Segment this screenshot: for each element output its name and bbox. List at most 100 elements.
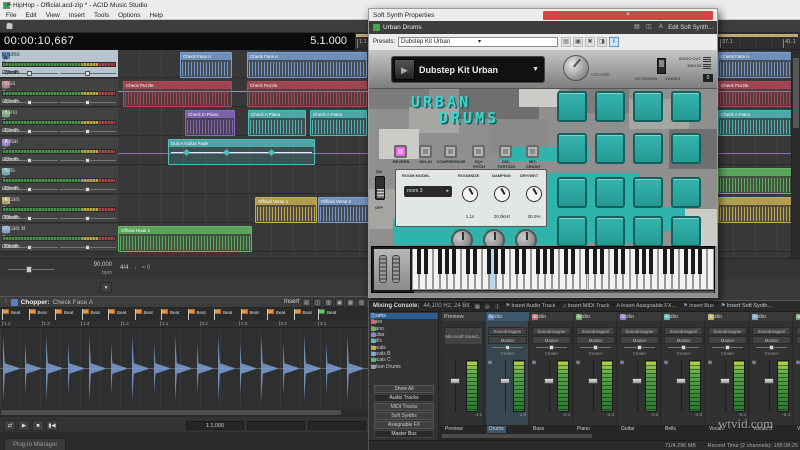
clip-official-verse-2[interactable]: Official Verse 2 xyxy=(318,197,370,223)
drum-pad-11[interactable] xyxy=(633,177,663,208)
drum-pad-12[interactable] xyxy=(671,177,701,208)
mixer-tool-insert-assignable-fx-[interactable]: AInsert Assignable FX... xyxy=(616,303,676,309)
solo-icon[interactable]: ◁ xyxy=(620,360,624,366)
synth-close-button[interactable]: × xyxy=(543,11,713,20)
keyboard-scrollbar[interactable] xyxy=(414,291,714,293)
preset-icon-3[interactable]: ◨ xyxy=(597,37,607,47)
beat-marker-flag[interactable]: Beat xyxy=(241,309,261,320)
mixer-filter-show-all[interactable]: Show All xyxy=(374,385,434,393)
mixer-channel-vocals-b-7[interactable]: 7AudioSoundmapperMasterCenter⟳≋ø●◁-5.4 xyxy=(750,312,793,425)
mixer-head-icon-2[interactable]: | xyxy=(493,302,501,310)
clip-check-puzzle[interactable]: Check Puzzle xyxy=(247,81,367,107)
panel-knob-1[interactable] xyxy=(494,186,510,202)
output-bus[interactable]: Master xyxy=(620,336,659,344)
pan-slider[interactable] xyxy=(536,345,567,349)
menu-help[interactable]: Help xyxy=(150,12,163,19)
synth-tool-icon-3[interactable]: A xyxy=(656,23,665,32)
clip-dub-a-guitar-fade[interactable]: Dub A Guitar Fade xyxy=(168,139,315,165)
fx-button-reverb[interactable] xyxy=(394,145,407,158)
menu-options[interactable]: Options xyxy=(118,12,140,19)
solo-icon[interactable]: ◁ xyxy=(488,360,492,366)
keyboard-toggle[interactable] xyxy=(657,58,666,74)
fx-button-compressor[interactable] xyxy=(444,145,457,158)
pan-slider[interactable] xyxy=(492,345,523,349)
black-key-36[interactable] xyxy=(670,249,674,274)
black-key-25[interactable] xyxy=(593,249,597,274)
black-key-8[interactable] xyxy=(473,249,477,274)
drum-pad-2[interactable] xyxy=(595,91,625,122)
mixer-channel-piano-3[interactable]: 3AudioSoundmapperMasterCenter⟳≋ø●◁-4.3 xyxy=(574,312,617,425)
preset-combobox[interactable]: Dubstep Kit Urban ▾ xyxy=(398,37,558,47)
black-key-39[interactable] xyxy=(691,249,695,274)
mixer-channel-preview-0[interactable]: PreviewMicrosoft Sound...-4.1 xyxy=(442,312,484,425)
preset-lcd[interactable]: ▶ Dubstep Kit Urban ▼ xyxy=(391,56,545,83)
chopper-insert-button[interactable]: Insert xyxy=(284,299,299,305)
output-device[interactable]: Soundmapper xyxy=(708,327,747,335)
track-header-piano[interactable]: ⠿3Piano●▤◉∿▾Out-4,3 dBCenterCheck ... xyxy=(0,108,118,136)
clip-check-face-a[interactable]: Check Face A xyxy=(718,52,798,78)
black-key-35[interactable] xyxy=(663,249,667,274)
metronome-indicator[interactable]: ♩ = 0 xyxy=(134,265,150,271)
lcd-dropdown-icon[interactable]: ▼ xyxy=(529,66,542,73)
room-model-dropdown[interactable]: room 3▸ xyxy=(404,186,452,197)
drum-pad-6[interactable] xyxy=(595,133,625,164)
pan-slider[interactable] xyxy=(756,345,787,349)
track-header-guitar[interactable]: ⠿4Guitar●▤◉∿▾Out-4,5 dBCenterCheck ... xyxy=(0,137,118,165)
clip-check-in-piano[interactable]: Check In Piano xyxy=(185,110,235,136)
chopper-header-icon-3[interactable]: ▣ xyxy=(335,298,344,307)
menu-view[interactable]: View xyxy=(46,12,60,19)
mixer-filter-assignable-fx[interactable]: Assignable FX xyxy=(374,421,434,429)
preset-play-button[interactable]: ▶ xyxy=(394,59,415,80)
chopper-header-icon-0[interactable]: ▤ xyxy=(302,298,311,307)
clip-check-a-piano[interactable]: Check A Piano xyxy=(248,110,306,136)
solo-icon[interactable]: ◁ xyxy=(532,360,536,366)
mixer-filter-master-bus[interactable]: Master Bus xyxy=(374,430,434,438)
drum-pad-1[interactable] xyxy=(557,91,587,122)
toolbar-icon-17[interactable]: ● xyxy=(4,21,15,32)
pan-slider[interactable] xyxy=(712,345,743,349)
black-key-10[interactable] xyxy=(487,249,491,274)
drum-pad-5[interactable] xyxy=(557,133,587,164)
fx-button-delay[interactable] xyxy=(419,145,432,158)
preset-dropdown-arrow[interactable]: ▾ xyxy=(478,38,555,46)
timeline-vscrollbar[interactable] xyxy=(791,50,800,258)
big-knob-0[interactable] xyxy=(451,229,473,246)
drum-pad-13[interactable] xyxy=(557,216,587,246)
drum-pad-14[interactable] xyxy=(595,216,625,246)
chopper-transport-button-0[interactable]: ⇄ xyxy=(4,420,16,431)
mixer-channel-vocals-6[interactable]: 6AudioSoundmapperMasterCenter⟳≋ø●◁-5.4 xyxy=(706,312,749,425)
mixer-channel-bass-2[interactable]: 2AudioSoundmapperMasterCenter⟳≋ø●◁-4.2 xyxy=(530,312,573,425)
beat-marker-flag[interactable]: Beat xyxy=(188,309,208,320)
mixer-filter-soft-synths[interactable]: Soft Synths xyxy=(374,412,434,420)
strip-device[interactable]: Microsoft Sound... xyxy=(444,327,483,345)
output-device[interactable]: Soundmapper xyxy=(576,327,615,335)
chopper-grip[interactable]: ⠿ xyxy=(4,299,8,305)
volume-knob[interactable] xyxy=(563,55,589,81)
black-key-33[interactable] xyxy=(649,249,653,274)
drum-pad-16[interactable] xyxy=(671,216,701,246)
mixer-list-urban-drums[interactable]: Urban Drums xyxy=(370,363,438,369)
clip-check-face-a[interactable]: Check Face A xyxy=(180,52,232,78)
black-key-40[interactable] xyxy=(698,249,702,274)
time-signature[interactable]: 4/4 xyxy=(120,265,128,271)
solo-icon[interactable]: ◁ xyxy=(576,360,580,366)
black-key-5[interactable] xyxy=(452,249,456,274)
fx-button-eq-pitch[interactable] xyxy=(472,145,485,158)
output-device[interactable]: Soundmapper xyxy=(796,327,800,335)
fx-button-bit-crush[interactable] xyxy=(526,145,539,158)
mixer-channel-vocals-8[interactable]: 8AudioSoundmapperMasterCenter⟳≋ø●◁-5.4 xyxy=(794,312,800,425)
clip-check-puzzle[interactable]: Check Puzzle xyxy=(718,81,798,107)
mixer-tool-insert-midi-track[interactable]: ♫Insert MIDI Track xyxy=(562,303,609,309)
fx-button-dis-tortion[interactable] xyxy=(499,145,512,158)
solo-icon[interactable]: ◁ xyxy=(796,360,800,366)
solo-icon[interactable]: ◁ xyxy=(752,360,756,366)
menu-insert[interactable]: Insert xyxy=(69,12,85,19)
black-key-11[interactable] xyxy=(494,249,498,274)
chopper-position-field[interactable]: 1.1.000 xyxy=(186,421,244,430)
black-key-21[interactable] xyxy=(564,249,568,274)
preset-icon-1[interactable]: ▣ xyxy=(573,37,583,47)
output-device[interactable]: Soundmapper xyxy=(752,327,791,335)
clip-clip[interactable] xyxy=(718,168,798,194)
preset-icon-2[interactable]: ✖ xyxy=(585,37,595,47)
panel-knob-0[interactable] xyxy=(462,186,478,202)
